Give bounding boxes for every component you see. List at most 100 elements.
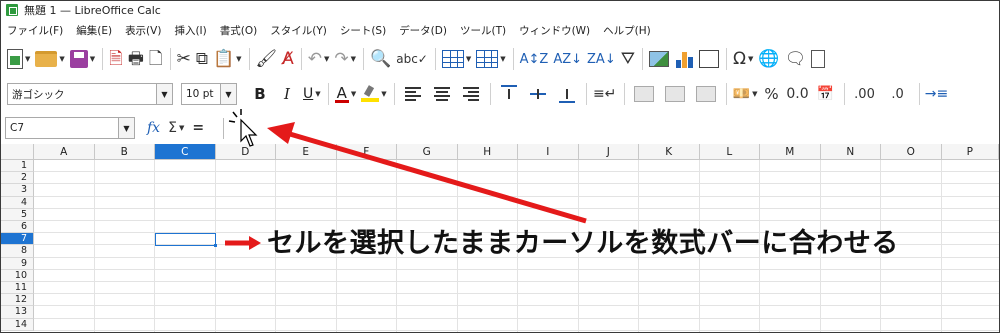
chevron-down-icon[interactable]: ▼ — [351, 90, 356, 98]
column-header-o[interactable]: O — [881, 144, 942, 160]
column-header-n[interactable]: N — [820, 144, 881, 160]
chevron-down-icon[interactable]: ▼ — [466, 55, 471, 63]
underline-button[interactable]: U ▼ — [303, 81, 321, 107]
chevron-down-icon[interactable]: ▼ — [752, 90, 757, 98]
function-wizard-icon[interactable]: fx — [147, 120, 160, 136]
column-button[interactable]: ▼ — [476, 46, 506, 72]
chevron-down-icon[interactable]: ▼ — [25, 55, 30, 63]
sort-ascending-button[interactable]: AZ↓ — [553, 46, 582, 72]
headers-footers-button[interactable] — [811, 46, 826, 72]
sort-button[interactable]: A↕Z — [520, 46, 549, 72]
row-header-2[interactable]: 2 — [1, 172, 34, 185]
insert-image-button[interactable] — [649, 46, 670, 72]
new-document-button[interactable]: ▼ — [7, 46, 30, 72]
column-header-j[interactable]: J — [578, 144, 639, 160]
column-header-h[interactable]: H — [457, 144, 518, 160]
menu-file[interactable]: ファイル(F) — [7, 23, 63, 38]
chevron-down-icon[interactable]: ▼ — [381, 90, 386, 98]
column-header-i[interactable]: I — [518, 144, 579, 160]
row-button[interactable]: ▼ — [441, 46, 471, 72]
hyperlink-button[interactable]: 🌐 — [758, 46, 779, 72]
chevron-down-icon[interactable]: ▼ — [156, 84, 172, 104]
menu-data[interactable]: データ(D) — [399, 23, 447, 38]
spelling-button[interactable]: abc✓ — [396, 46, 428, 72]
column-header-f[interactable]: F — [336, 144, 397, 160]
row-header-9[interactable]: 9 — [1, 257, 34, 270]
clear-formatting-button[interactable]: A̸ — [282, 46, 294, 72]
font-color-button[interactable]: A ▼ — [334, 81, 356, 107]
column-header-e[interactable]: E — [276, 144, 337, 160]
chevron-down-icon[interactable]: ▼ — [179, 124, 184, 132]
chevron-down-icon[interactable]: ▼ — [500, 55, 505, 63]
paste-button[interactable]: 📋 ▼ — [213, 46, 242, 72]
row-header-12[interactable]: 12 — [1, 294, 34, 307]
delete-decimal-button[interactable]: .0 — [884, 81, 912, 107]
row-header-3[interactable]: 3 — [1, 184, 34, 197]
menu-window[interactable]: ウィンドウ(W) — [519, 23, 590, 38]
sort-descending-button[interactable]: ZA↓ — [587, 46, 616, 72]
align-bottom-button[interactable] — [555, 81, 579, 107]
menu-view[interactable]: 表示(V) — [125, 23, 161, 38]
font-name-box[interactable]: 游ゴシック ▼ — [7, 83, 173, 105]
column-header-k[interactable]: K — [639, 144, 700, 160]
merge-cells-button[interactable] — [631, 81, 657, 107]
percent-format-button[interactable]: % — [763, 81, 781, 107]
save-button[interactable]: ▼ — [69, 46, 95, 72]
cut-button[interactable]: ✂ — [177, 46, 191, 72]
chevron-down-icon[interactable]: ▼ — [748, 55, 753, 63]
bold-button[interactable]: B — [249, 81, 271, 107]
row-header-11[interactable]: 11 — [1, 282, 34, 295]
row-header-6[interactable]: 6 — [1, 221, 34, 234]
align-right-button[interactable] — [459, 81, 483, 107]
row-header-1[interactable]: 1 — [1, 160, 34, 173]
chevron-down-icon[interactable]: ▼ — [59, 55, 64, 63]
redo-button[interactable]: ↷ ▼ — [334, 46, 356, 72]
merge-center-button[interactable] — [662, 81, 688, 107]
menu-styles[interactable]: スタイル(Y) — [270, 23, 327, 38]
number-format-button[interactable]: 0.0 — [786, 81, 810, 107]
align-top-button[interactable] — [497, 81, 521, 107]
row-header-10[interactable]: 10 — [1, 269, 34, 282]
autofilter-button[interactable]: ⛛ — [621, 46, 635, 72]
column-header-p[interactable]: P — [941, 144, 999, 160]
column-header-l[interactable]: L — [699, 144, 760, 160]
menu-help[interactable]: ヘルプ(H) — [603, 23, 651, 38]
column-header-g[interactable]: G — [397, 144, 458, 160]
chevron-down-icon[interactable]: ▼ — [315, 90, 320, 98]
unmerge-cells-button[interactable] — [693, 81, 719, 107]
chevron-down-icon[interactable]: ▼ — [324, 55, 329, 63]
column-header-c[interactable]: C — [155, 144, 216, 160]
print-button[interactable]: 🖶 — [128, 46, 144, 72]
copy-button[interactable]: ⧉ — [196, 46, 208, 72]
date-format-button[interactable]: 📅 — [815, 81, 837, 107]
undo-button[interactable]: ↶ ▼ — [308, 46, 330, 72]
pivot-table-button[interactable] — [699, 46, 720, 72]
column-header-d[interactable]: D — [215, 144, 276, 160]
align-center-button[interactable] — [430, 81, 454, 107]
row-header-8[interactable]: 8 — [1, 245, 34, 258]
print-preview-button[interactable]: 🗋 — [149, 46, 163, 72]
clone-formatting-button[interactable]: 🖌 — [256, 46, 278, 72]
row-header-14[interactable]: 14 — [1, 318, 34, 331]
menu-format[interactable]: 書式(O) — [220, 23, 257, 38]
menu-edit[interactable]: 編集(E) — [76, 23, 112, 38]
export-pdf-button[interactable]: 🗎 — [109, 46, 123, 72]
row-header-13[interactable]: 13 — [1, 306, 34, 319]
sigma-icon[interactable]: Σ — [168, 120, 177, 136]
chevron-down-icon[interactable]: ▼ — [90, 55, 95, 63]
row-header-5[interactable]: 5 — [1, 208, 34, 221]
font-size-box[interactable]: 10 pt ▼ — [181, 83, 237, 105]
italic-button[interactable]: I — [276, 81, 298, 107]
chevron-down-icon[interactable]: ▼ — [118, 118, 134, 138]
column-header-b[interactable]: B — [94, 144, 155, 160]
open-button[interactable]: ▼ — [35, 46, 65, 72]
menu-sheet[interactable]: シート(S) — [340, 23, 386, 38]
find-replace-button[interactable]: 🔍 — [370, 46, 391, 72]
column-header-m[interactable]: M — [760, 144, 821, 160]
row-header-7[interactable]: 7 — [1, 233, 34, 246]
chevron-down-icon[interactable]: ▼ — [220, 84, 236, 104]
name-box[interactable]: C7 ▼ — [5, 117, 135, 139]
selected-cell-c7[interactable] — [155, 233, 216, 247]
currency-format-button[interactable]: 💴 ▼ — [733, 81, 758, 107]
increase-indent-button[interactable]: →≡ — [925, 81, 948, 107]
